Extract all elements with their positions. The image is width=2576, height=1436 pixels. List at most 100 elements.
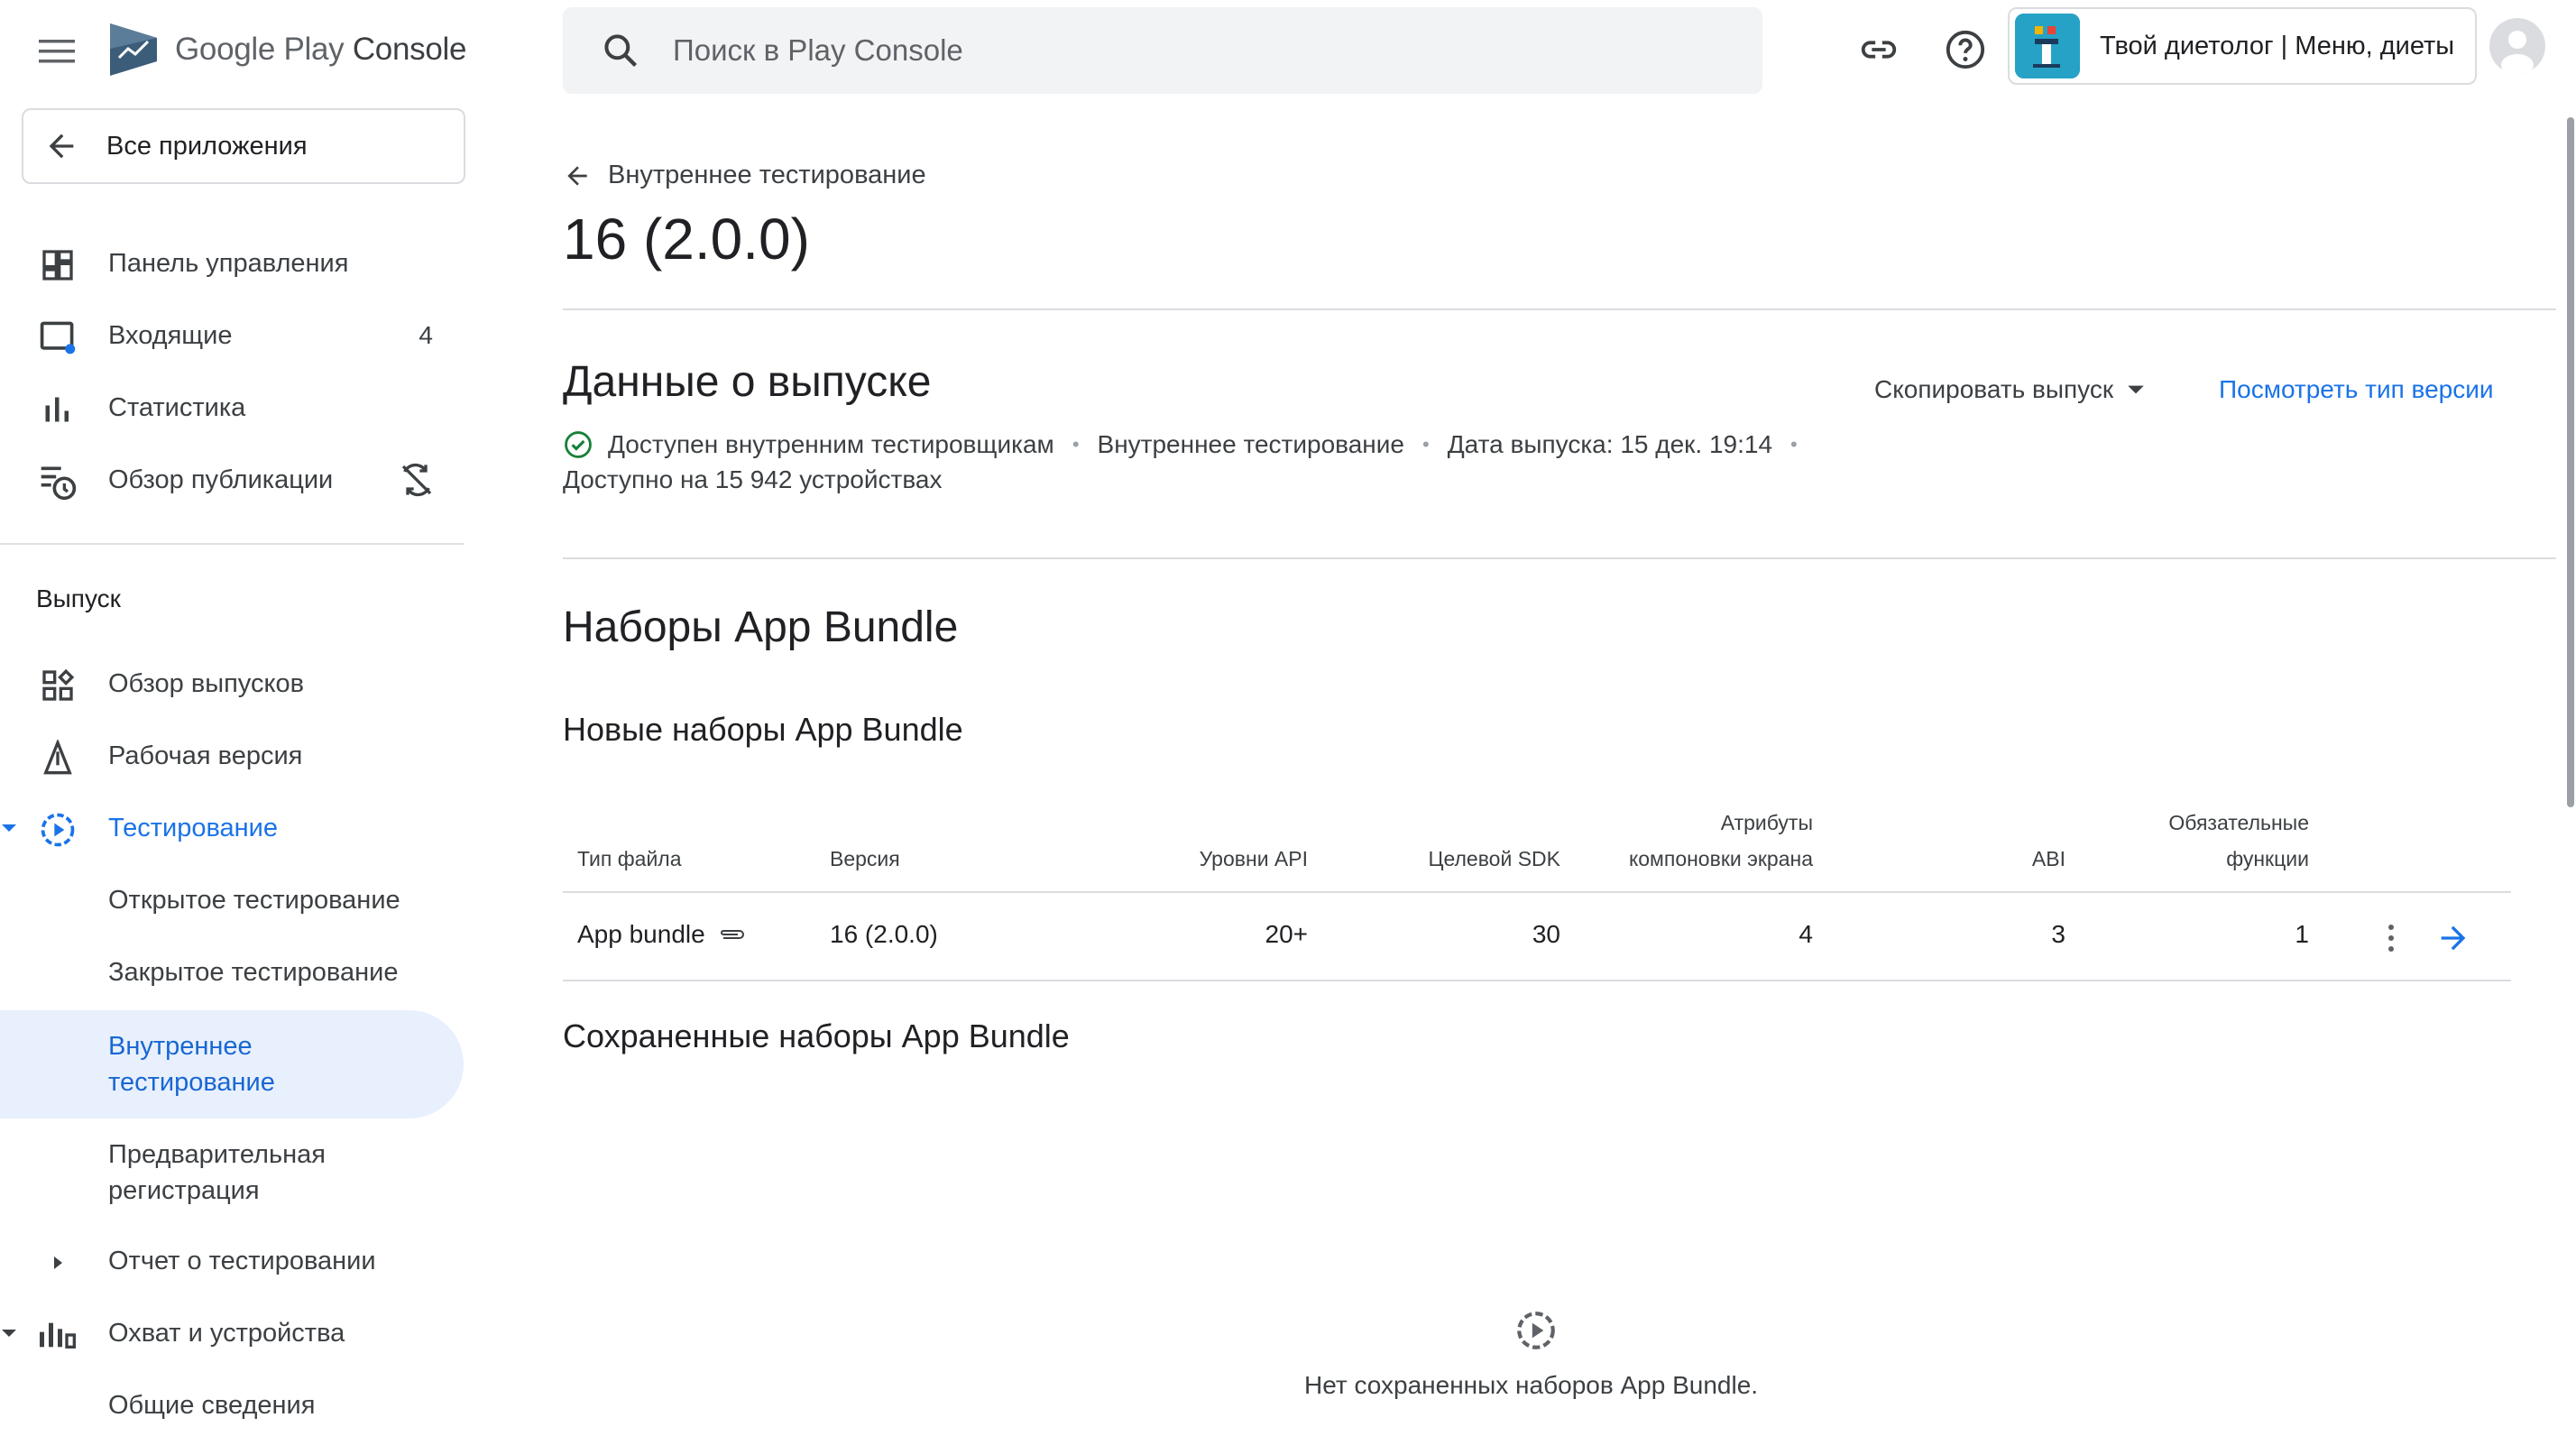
app-bundles-title: Наборы App Bundle [563, 603, 959, 651]
empty-saved-bundles-text: Нет сохраненных наборов App Bundle. [1304, 1371, 1759, 1399]
dashboard-icon [38, 245, 78, 285]
saved-app-bundles-title: Сохраненные наборы App Bundle [563, 1017, 1070, 1054]
menu-icon[interactable] [32, 27, 81, 76]
sidebar-item-label: Обзор выпусков [108, 668, 304, 698]
column-header-screen-layout-line2: компоновки экрана [1628, 847, 1813, 870]
expand-caret-icon [2, 1330, 16, 1337]
copy-release-label: Скопировать выпуск [1874, 375, 2114, 403]
releases-overview-icon [38, 666, 78, 705]
sidebar-item-publishing-overview[interactable]: Обзор публикации [0, 444, 464, 516]
back-link-label: Внутреннее тестирование [608, 161, 926, 189]
cell-version: 16 (2.0.0) [830, 920, 938, 948]
column-header-required-features-line1: Обязательные [2168, 811, 2309, 834]
app-name: Твой диетолог | Меню, диеты [2100, 31, 2455, 60]
column-header-api-levels: Уровни API [1199, 847, 1308, 870]
sidebar-item-statistics[interactable]: Статистика [0, 372, 464, 444]
arrow-back-icon [567, 165, 587, 186]
sidebar-item-general-info[interactable]: Общие сведения [0, 1387, 464, 1423]
release-date: Дата выпуска: 15 дек. 19:14 [1447, 430, 1773, 458]
play-console-logo-icon [110, 23, 157, 76]
sidebar-item-label: Входящие [108, 320, 233, 350]
sidebar-item-testing[interactable]: Тестирование [0, 792, 464, 864]
logo-text-google-play: Google Play [175, 32, 345, 67]
title-divider [563, 308, 2556, 310]
sidebar-item-label: Тестирование [108, 813, 279, 842]
testing-icon [38, 810, 78, 850]
column-header-file-type: Тип файла [577, 847, 682, 870]
sidebar-item-test-report[interactable]: Отчет о тестировании [0, 1225, 464, 1297]
publishing-overview-icon [38, 462, 78, 502]
arrow-forward-icon[interactable] [2435, 920, 2471, 956]
available-devices: Доступно на 15 942 устройствах [563, 465, 943, 493]
sidebar-item-label-line1: Внутреннее [108, 1032, 253, 1061]
chevron-right-icon [38, 1243, 78, 1283]
app-selector[interactable]: Твой диетолог | Меню, диеты [2008, 7, 2477, 85]
arrow-back-icon [49, 133, 74, 159]
more-vert-icon[interactable] [2378, 922, 2405, 954]
expand-caret-icon [2, 824, 16, 832]
bar-chart-icon [38, 390, 78, 429]
sidebar-item-label: Панель управления [108, 248, 349, 278]
column-header-screen-layout-line1: Атрибуты [1720, 811, 1813, 834]
separator-dot: • [1421, 433, 1430, 456]
sidebar-item-closed-testing[interactable]: Закрытое тестирование [0, 954, 464, 990]
separator-dot: • [1072, 433, 1080, 456]
column-header-required-features-line2: функции [2226, 847, 2309, 870]
search-input[interactable] [673, 33, 1665, 68]
back-to-internal-testing-link[interactable]: Внутреннее тестирование [563, 161, 926, 190]
sidebar-item-label: Статистика [108, 392, 246, 422]
sidebar-item-releases-overview[interactable]: Обзор выпусков [0, 648, 464, 720]
help-icon[interactable] [1943, 27, 1988, 72]
table-row-divider [563, 980, 2511, 981]
check-circle-icon [565, 431, 592, 458]
sidebar-item-reach-devices[interactable]: Охват и устройства [0, 1297, 464, 1369]
sidebar-item-label-line2: регистрация [108, 1176, 260, 1205]
sidebar-item-label: Рабочая версия [108, 741, 303, 770]
play-console-page: Google Play Console Все приложения Панел… [0, 0, 2576, 1436]
sidebar-divider [0, 543, 464, 545]
scrollbar[interactable] [2567, 117, 2574, 807]
column-header-version: Версия [830, 847, 900, 870]
all-apps-button[interactable]: Все приложения [22, 108, 465, 184]
dropdown-arrow-icon [2128, 385, 2144, 394]
cell-required-features: 1 [2295, 920, 2309, 948]
reach-devices-icon [38, 1315, 78, 1355]
separator-dot: • [1790, 433, 1798, 456]
view-version-type-link[interactable]: Посмотреть тип версии [2219, 375, 2494, 404]
release-track: Внутреннее тестирование [1097, 430, 1404, 458]
sidebar-item-open-testing[interactable]: Открытое тестирование [0, 882, 464, 918]
empty-bundles-icon [1513, 1308, 1559, 1353]
column-header-abi: ABI [2031, 847, 2065, 870]
column-header-target-sdk: Целевой SDK [1428, 847, 1560, 870]
sidebar-item-production[interactable]: Рабочая версия [0, 720, 464, 792]
sidebar-item-label: Обзор публикации [108, 465, 334, 494]
all-apps-label: Все приложения [106, 131, 308, 161]
sidebar-item-internal-testing[interactable]: Внутреннее тестирование [0, 1010, 464, 1118]
sidebar-item-label: Отчет о тестировании [108, 1246, 376, 1275]
copy-release-button[interactable]: Скопировать выпуск [1874, 375, 2146, 404]
new-app-bundles-title: Новые наборы App Bundle [563, 711, 963, 748]
play-console-logo[interactable]: Google Play Console [106, 20, 466, 79]
sidebar-item-label: Открытое тестирование [108, 886, 400, 915]
sidebar-item-inbox[interactable]: Входящие 4 [0, 299, 464, 372]
avatar[interactable] [2489, 18, 2545, 74]
sidebar-section-release: Выпуск [36, 585, 121, 612]
release-details-title: Данные о выпуске [563, 358, 932, 406]
sidebar-item-dashboard[interactable]: Панель управления [0, 227, 464, 299]
sidebar: Google Play Console Все приложения Панел… [0, 0, 478, 1436]
sidebar-item-label-line2: тестирование [108, 1068, 275, 1097]
inbox-count-badge: 4 [419, 321, 433, 349]
sidebar-item-pre-registration[interactable]: Предварительная регистрация [0, 1137, 464, 1209]
release-status: Доступен внутренним тестировщикам [608, 430, 1054, 458]
release-status-line: Доступен внутренним тестировщикам • Внут… [563, 429, 1816, 460]
link-icon[interactable] [1856, 27, 1901, 72]
page-title: 16 (2.0.0) [563, 207, 810, 272]
file-type-value: App bundle [577, 920, 705, 948]
search-icon [604, 34, 638, 68]
production-icon [38, 738, 78, 778]
sidebar-item-label: Общие сведения [108, 1391, 316, 1420]
cell-api-levels: 20+ [1265, 920, 1309, 948]
search-bar[interactable] [563, 7, 1762, 94]
logo-text-console: Console [352, 32, 467, 67]
sidebar-item-label: Закрытое тестирование [108, 958, 399, 987]
